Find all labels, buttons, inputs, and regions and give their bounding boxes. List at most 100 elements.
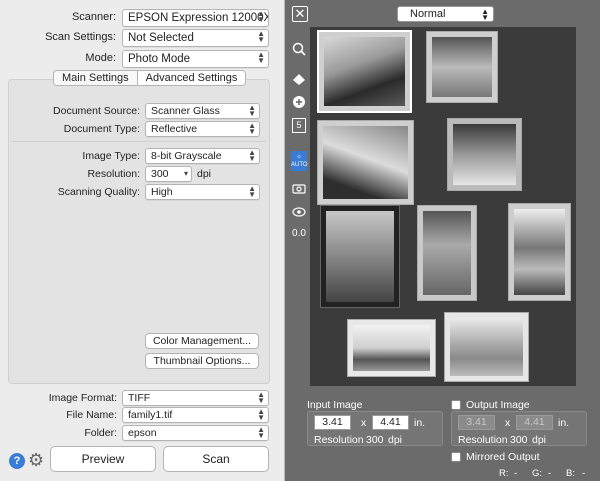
settings-panel: Scanner: EPSON Expression 12000X... ▲ ▼ Sc… (0, 0, 285, 481)
folder-value: epson (128, 427, 157, 439)
mirrored-output-checkbox[interactable] (451, 452, 461, 462)
input-image-title: Input Image (307, 399, 363, 411)
g-value: - (548, 468, 552, 479)
document-source-select[interactable]: Scanner Glass ▲ ▼ (145, 103, 260, 119)
help-icon[interactable]: ? (9, 453, 25, 469)
r-label: R: (499, 468, 509, 479)
photo-thumbnail[interactable] (417, 205, 477, 301)
document-type-value: Reflective (151, 123, 198, 135)
output-height-field[interactable]: 4.41 (516, 415, 553, 430)
input-unit-label: in. (414, 417, 426, 429)
photo-thumbnail[interactable] (320, 205, 400, 308)
auto-exposure-button[interactable]: ☼ AUTO (291, 151, 308, 171)
scan-button[interactable]: Scan (163, 446, 269, 472)
output-resolution-value: 300 (510, 434, 528, 446)
photo-thumbnail[interactable] (426, 31, 498, 103)
photo-image (323, 126, 408, 199)
chevron-down-icon: ▾ (183, 169, 188, 178)
tab-main-settings[interactable]: Main Settings (54, 71, 138, 85)
image-format-label: Image Format: (48, 392, 117, 404)
resolution-unit: dpi (197, 168, 212, 180)
document-type-select[interactable]: Reflective ▲ ▼ (145, 121, 260, 137)
tab-advanced-settings[interactable]: Advanced Settings (137, 71, 246, 85)
zero-value: 0.0 (292, 228, 306, 239)
mode-value: Photo Mode (128, 53, 191, 65)
view-mode-select[interactable]: Normal ▲ ▼ (397, 6, 494, 22)
gear-icon[interactable]: ⚙ (28, 450, 44, 471)
photo-image (432, 37, 492, 97)
g-label: G: (532, 468, 543, 479)
marquee-count-badge[interactable]: 5 (292, 118, 306, 133)
r-value: - (514, 468, 518, 479)
output-resolution-label: Resolution (458, 434, 508, 446)
photo-image (324, 37, 405, 106)
input-width-field[interactable]: 3.41 (314, 415, 351, 430)
image-format-value: TIFF (128, 392, 151, 404)
photo-image (514, 209, 565, 295)
eraser-icon[interactable] (291, 73, 307, 88)
camera-icon[interactable] (291, 182, 307, 197)
auto-exposure-icon: ☼ (296, 154, 302, 160)
scanning-quality-label: Scanning Quality: (57, 186, 140, 198)
auto-label: AUTO (291, 162, 308, 168)
output-resolution-unit: dpi (532, 434, 547, 446)
preview-window: ✕ Normal ▲ ▼ 5 ☼ AUTO 0.0 Input Image 3.41 … (285, 0, 600, 481)
settings-tabs: Main Settings Advanced Settings (53, 70, 247, 86)
mode-select[interactable]: Photo Mode ▲ ▼ (122, 50, 269, 68)
photo-thumbnail[interactable] (444, 312, 529, 382)
output-x-label: x (505, 417, 511, 429)
photo-image (353, 325, 430, 371)
photo-thumbnail[interactable] (508, 203, 571, 301)
zoom-icon[interactable] (291, 42, 307, 60)
output-image-checkbox[interactable] (451, 400, 461, 410)
resolution-select[interactable]: 300 ▾ (145, 166, 192, 182)
photo-image (453, 124, 516, 185)
color-management-button[interactable]: Color Management... (145, 333, 259, 349)
photo-thumbnail[interactable] (447, 118, 522, 191)
photo-image (450, 318, 523, 376)
image-type-label: Image Type: (82, 150, 140, 162)
chevron-updown-icon: ▲ ▼ (248, 103, 256, 118)
chevron-updown-icon: ▲ ▼ (257, 9, 265, 24)
b-label: B: (566, 468, 575, 479)
chevron-updown-icon: ▲ ▼ (248, 148, 256, 163)
scanning-quality-select[interactable]: High ▲ ▼ (145, 184, 260, 200)
output-width-field[interactable]: 3.41 (458, 415, 495, 430)
document-source-value: Scanner Glass (151, 105, 220, 117)
file-name-value: family1.tif (128, 409, 173, 421)
photo-thumbnail[interactable] (317, 120, 414, 205)
scan-preview-area[interactable] (310, 27, 576, 386)
scanner-value: EPSON Expression 12000X... (128, 12, 269, 24)
file-name-label: File Name: (66, 409, 117, 421)
image-type-select[interactable]: 8-bit Grayscale ▲ ▼ (145, 148, 260, 164)
photo-thumbnail[interactable] (317, 30, 412, 113)
folder-select[interactable]: epson ▲ ▼ (122, 425, 269, 441)
chevron-updown-icon: ▲ ▼ (248, 184, 256, 199)
add-marquee-icon[interactable] (291, 95, 307, 112)
photo-image (326, 211, 394, 302)
eye-reset-icon[interactable] (291, 206, 307, 221)
image-format-select[interactable]: TIFF ▲ ▼ (122, 390, 269, 406)
scanner-select[interactable]: EPSON Expression 12000X... ▲ ▼ (122, 9, 269, 27)
output-image-title: Output Image (466, 399, 530, 411)
chevron-updown-icon: ▲ ▼ (257, 29, 265, 44)
input-resolution-label: Resolution (314, 434, 364, 446)
scanner-label: Scanner: (71, 11, 116, 23)
photo-thumbnail[interactable] (347, 319, 436, 377)
preview-button[interactable]: Preview (50, 446, 156, 472)
close-icon[interactable]: ✕ (292, 6, 308, 22)
view-mode-value: Normal (410, 8, 446, 20)
chevron-updown-icon: ▲ ▼ (257, 50, 265, 65)
input-height-field[interactable]: 4.41 (372, 415, 409, 430)
folder-label: Folder: (84, 427, 117, 439)
resolution-label: Resolution: (87, 168, 140, 180)
thumbnail-options-button[interactable]: Thumbnail Options... (145, 353, 259, 369)
scan-settings-select[interactable]: Not Selected ▲ ▼ (122, 29, 269, 47)
image-type-value: 8-bit Grayscale (151, 150, 222, 162)
chevron-updown-icon: ▲ ▼ (257, 425, 265, 440)
file-name-select[interactable]: family1.tif ▲ ▼ (122, 407, 269, 423)
input-resolution-unit: dpi (388, 434, 403, 446)
chevron-updown-icon: ▲ ▼ (481, 7, 489, 22)
chevron-updown-icon: ▲ ▼ (257, 407, 265, 422)
document-source-label: Document Source: (53, 105, 140, 117)
